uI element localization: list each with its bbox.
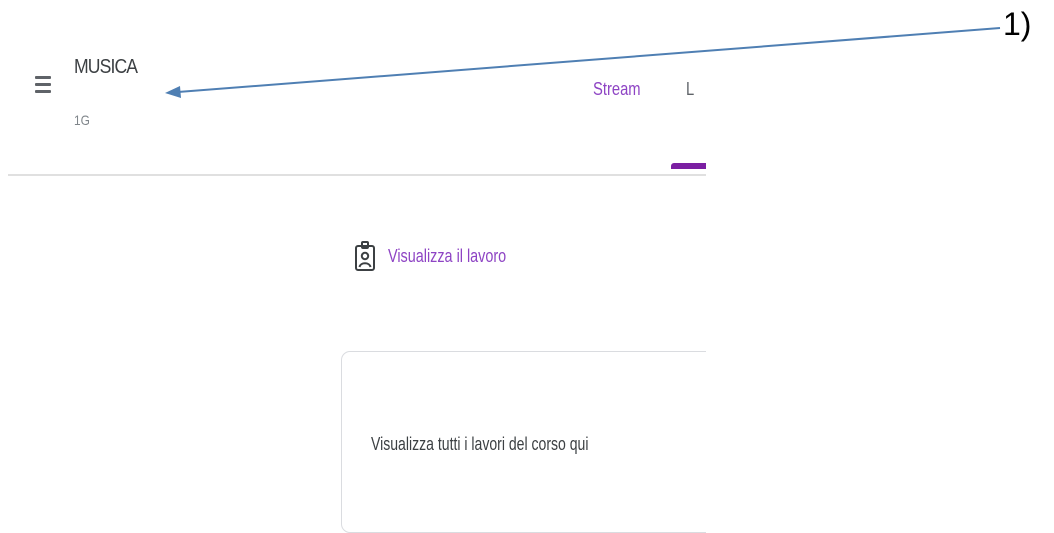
course-section: 1G <box>74 112 90 128</box>
info-card: Visualizza tutti i lavori del corso qui <box>341 351 706 533</box>
header-divider <box>8 174 706 176</box>
tab-stream[interactable]: Stream <box>593 79 641 100</box>
hamburger-menu-icon[interactable] <box>33 73 53 97</box>
view-work-link[interactable]: Visualizza il lavoro <box>354 236 536 276</box>
active-tab-indicator <box>671 163 706 169</box>
info-card-text: Visualizza tutti i lavori del corso qui <box>371 434 589 454</box>
assignment-ind-icon <box>355 241 375 271</box>
course-title[interactable]: MUSICA <box>74 56 138 79</box>
annotation-label: 1) <box>1003 6 1032 42</box>
tab-partial[interactable]: L <box>686 79 694 100</box>
view-work-label: Visualizza il lavoro <box>388 245 507 266</box>
classroom-screenshot: MUSICA 1G Stream L Visualizza il lavoro … <box>0 0 706 533</box>
